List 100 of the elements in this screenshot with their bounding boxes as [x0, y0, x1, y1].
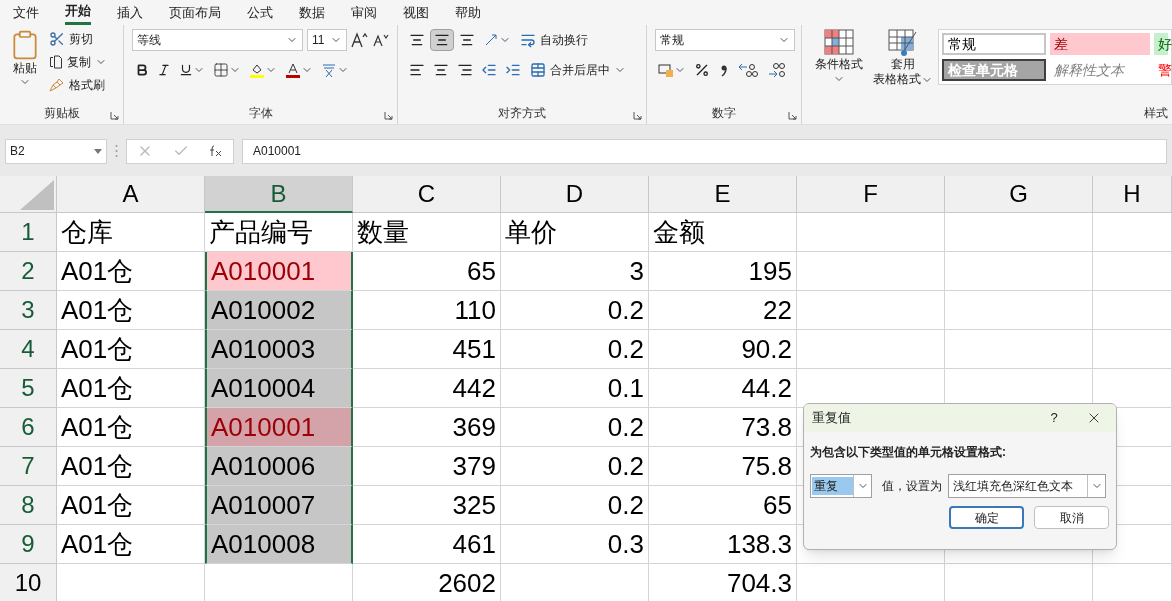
- row-header[interactable]: 5: [0, 369, 57, 408]
- select-all-icon[interactable]: [20, 180, 54, 210]
- table-cell[interactable]: 0.2: [501, 291, 649, 330]
- row-header[interactable]: 6: [0, 408, 57, 447]
- italic-icon: [157, 63, 171, 77]
- table-cell[interactable]: 442: [353, 369, 501, 408]
- currency-icon: [658, 62, 674, 78]
- table-cell[interactable]: A010001: [205, 252, 353, 291]
- borders-icon: [213, 62, 229, 78]
- bold-icon: [135, 63, 149, 77]
- table-cell[interactable]: 451: [353, 330, 501, 369]
- name-box[interactable]: B2: [5, 138, 107, 164]
- menu-tab[interactable]: 页面布局: [169, 0, 221, 25]
- cell-style-option[interactable]: 常规: [942, 33, 1046, 55]
- table-cell[interactable]: 110: [353, 291, 501, 330]
- table-cell[interactable]: 0.2: [501, 408, 649, 447]
- table-cell[interactable]: 379: [353, 447, 501, 486]
- middle-align-button[interactable]: [430, 29, 454, 51]
- table-cell[interactable]: A01仓: [57, 447, 205, 486]
- table-cell[interactable]: A010001: [205, 408, 353, 447]
- table-cell[interactable]: 138.3: [649, 525, 797, 564]
- decrease-font-size-icon[interactable]: [373, 33, 389, 47]
- table-cell[interactable]: A01仓: [57, 525, 205, 564]
- wrap-text-button[interactable]: 自动换行: [520, 29, 588, 51]
- table-cell[interactable]: A010003: [205, 330, 353, 369]
- table-cell[interactable]: A01仓: [57, 291, 205, 330]
- format-painter-button[interactable]: 格式刷: [49, 75, 105, 95]
- format-dropdown[interactable]: 浅红填充色深红色文本: [948, 474, 1106, 498]
- menu-tab[interactable]: 帮助: [455, 0, 481, 25]
- row-header[interactable]: 4: [0, 330, 57, 369]
- menu-tab[interactable]: 插入: [117, 0, 143, 25]
- table-cell[interactable]: A01仓: [57, 330, 205, 369]
- table-cell[interactable]: A010004: [205, 369, 353, 408]
- table-cell[interactable]: 73.8: [649, 408, 797, 447]
- table-cell[interactable]: 0.2: [501, 447, 649, 486]
- dialog-launcher-icon[interactable]: [384, 111, 393, 120]
- row-header[interactable]: 9: [0, 525, 57, 564]
- table-cell[interactable]: 195: [649, 252, 797, 291]
- table-cell[interactable]: 90.2: [649, 330, 797, 369]
- table-cell[interactable]: A010007: [205, 486, 353, 525]
- row-header[interactable]: 3: [0, 291, 57, 330]
- table-cell[interactable]: 369: [353, 408, 501, 447]
- cut-button[interactable]: 剪切: [49, 29, 93, 49]
- table-cell[interactable]: 65: [649, 486, 797, 525]
- table-cell[interactable]: 461: [353, 525, 501, 564]
- font-name-dropdown[interactable]: 等线: [132, 29, 303, 51]
- table-cell[interactable]: 产品编号: [205, 213, 353, 252]
- row-header[interactable]: 1: [0, 213, 57, 252]
- table-cell[interactable]: A01仓: [57, 486, 205, 525]
- increase-font-size-icon[interactable]: [351, 32, 369, 48]
- table-cell[interactable]: 75.8: [649, 447, 797, 486]
- menu-tab[interactable]: 公式: [247, 0, 273, 25]
- menu-tab[interactable]: 视图: [403, 0, 429, 25]
- font-size-dropdown[interactable]: 11: [307, 29, 347, 51]
- help-button[interactable]: ?: [1036, 404, 1072, 432]
- menu-tab[interactable]: 文件: [13, 0, 39, 25]
- table-cell[interactable]: 44.2: [649, 369, 797, 408]
- table-cell[interactable]: A010008: [205, 525, 353, 564]
- table-cell[interactable]: 单价: [501, 213, 649, 252]
- dialog-launcher-icon[interactable]: [633, 111, 642, 120]
- table-cell[interactable]: A010006: [205, 447, 353, 486]
- cancel-button[interactable]: 取消: [1034, 506, 1109, 529]
- table-cell[interactable]: A01仓: [57, 369, 205, 408]
- table-cell[interactable]: 2602: [353, 564, 501, 601]
- row-header[interactable]: 10: [0, 564, 57, 601]
- table-cell[interactable]: A01仓: [57, 252, 205, 291]
- table-cell[interactable]: 3: [501, 252, 649, 291]
- rule-type-dropdown[interactable]: 重复: [810, 474, 872, 498]
- table-cell[interactable]: 金额: [649, 213, 797, 252]
- format-as-table-button[interactable]: 套用 表格格式: [872, 29, 934, 102]
- copy-button[interactable]: 复制: [49, 52, 107, 72]
- formula-input[interactable]: A010001: [242, 138, 1167, 164]
- cell-style-option[interactable]: 差: [1050, 33, 1150, 55]
- ok-button[interactable]: 确定: [949, 506, 1024, 529]
- table-cell[interactable]: A010002: [205, 291, 353, 330]
- number-format-dropdown[interactable]: 常规: [655, 29, 795, 51]
- dialog-launcher-icon[interactable]: [788, 111, 797, 120]
- row-header[interactable]: 7: [0, 447, 57, 486]
- menu-tab[interactable]: 数据: [299, 0, 325, 25]
- table-cell[interactable]: 22: [649, 291, 797, 330]
- table-cell[interactable]: 0.2: [501, 330, 649, 369]
- table-cell[interactable]: 65: [353, 252, 501, 291]
- table-cell[interactable]: 仓库: [57, 213, 205, 252]
- table-cell[interactable]: 数量: [353, 213, 501, 252]
- table-cell[interactable]: 0.3: [501, 525, 649, 564]
- menu-tab[interactable]: 审阅: [351, 0, 377, 25]
- merge-center-button[interactable]: 合并后居中: [530, 59, 626, 81]
- dialog-launcher-icon[interactable]: [110, 111, 119, 120]
- table-cell[interactable]: 704.3: [649, 564, 797, 601]
- insert-function-icon[interactable]: [209, 145, 223, 157]
- conditional-formatting-button[interactable]: 条件格式: [810, 29, 868, 102]
- align-right-icon: [457, 62, 473, 78]
- row-header[interactable]: 2: [0, 252, 57, 291]
- table-cell[interactable]: A01仓: [57, 408, 205, 447]
- table-cell[interactable]: 0.1: [501, 369, 649, 408]
- row-header[interactable]: 8: [0, 486, 57, 525]
- table-cell[interactable]: 0.2: [501, 486, 649, 525]
- column-header[interactable]: B: [205, 176, 353, 213]
- paste-button[interactable]: 粘贴: [8, 29, 42, 102]
- table-cell[interactable]: 325: [353, 486, 501, 525]
